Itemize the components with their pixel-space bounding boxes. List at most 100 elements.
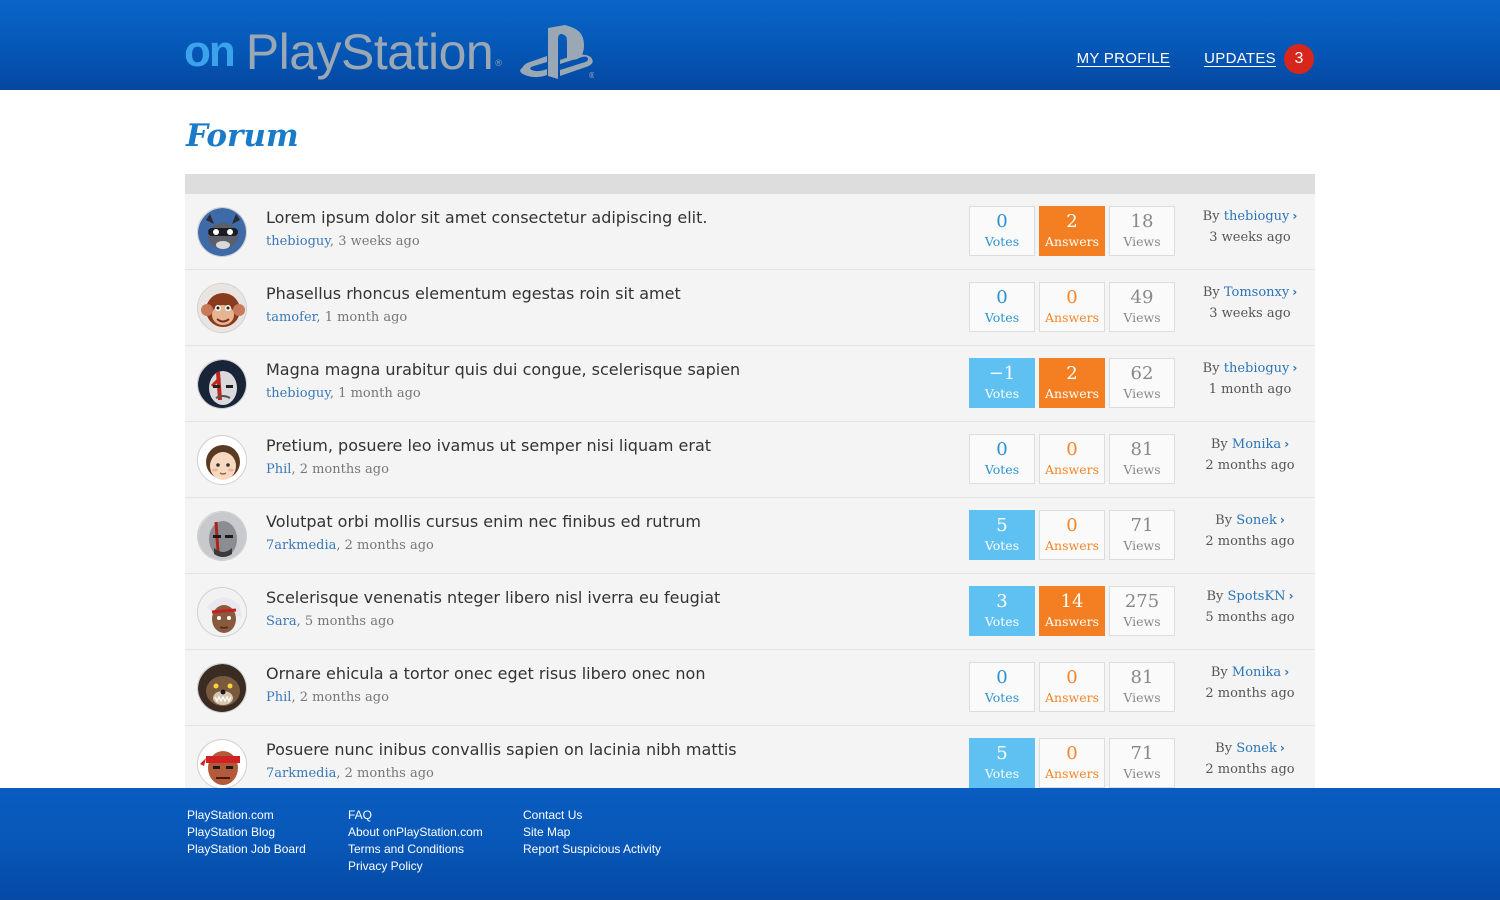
footer-link-sitemap[interactable]: Site Map [523,824,661,841]
topic-title-link[interactable]: Posuere nunc inibus convallis sapien on … [266,740,737,759]
answers-count: 0 [1066,667,1078,688]
last-post-user-link[interactable]: Sonek [1236,741,1277,756]
last-post-info: By SpotsKN › 5 months ago [1185,589,1315,625]
spartan-avatar[interactable] [197,511,247,561]
topic-title-link[interactable]: Ornare ehicula a tortor onec eget risus … [266,664,705,683]
header-nav: MY PROFILE UPDATES 3 [1043,44,1314,74]
last-post-info: By thebioguy › 1 month ago [1185,361,1315,397]
last-post-user-link[interactable]: Tomsonxy [1224,285,1289,300]
views-count-box: 81 Views [1109,662,1175,712]
answers-count-box: 2 Answers [1039,206,1105,256]
last-post-user-link[interactable]: Sonek [1236,513,1277,528]
last-post-time: 1 month ago [1208,382,1292,397]
views-label: Views [1123,538,1161,553]
beast-avatar[interactable] [197,663,247,713]
views-count: 71 [1130,515,1154,536]
footer-link-playstation-blog[interactable]: PlayStation Blog [187,824,306,841]
topic-title-link[interactable]: Scelerisque venenatis nteger libero nisl… [266,588,720,607]
topic-title-link[interactable]: Magna magna urabitur quis dui congue, sc… [266,360,740,379]
answers-count-box: 0 Answers [1039,434,1105,484]
votes-count: 5 [996,515,1008,536]
views-count: 81 [1130,439,1154,460]
girl-avatar[interactable] [197,435,247,485]
footer-link-terms[interactable]: Terms and Conditions [348,841,483,858]
views-label: Views [1123,614,1161,629]
topic-row[interactable]: Ornare ehicula a tortor onec eget risus … [185,650,1315,726]
topic-author-link[interactable]: thebioguy [266,234,330,249]
footer-link-contact[interactable]: Contact Us [523,807,661,824]
last-post-info: By thebioguy › 3 weeks ago [1185,209,1315,245]
footer-link-about[interactable]: About onPlayStation.com [348,824,483,841]
answers-count: 0 [1066,287,1078,308]
footer-link-job-board[interactable]: PlayStation Job Board [187,841,306,858]
last-post-info: By Sonek › 2 months ago [1185,513,1315,549]
chevron-right-icon[interactable]: › [1289,589,1294,603]
topic-author-link[interactable]: Phil [266,690,291,705]
chevron-right-icon[interactable]: › [1284,437,1289,451]
footer-link-privacy[interactable]: Privacy Policy [348,858,483,875]
topic-author-link[interactable]: 7arkmedia [266,538,336,553]
topic-row[interactable]: Pretium, posuere leo ivamus ut semper ni… [185,422,1315,498]
chevron-right-icon[interactable]: › [1284,665,1289,679]
topic-row[interactable]: Magna magna urabitur quis dui congue, sc… [185,346,1315,422]
topic-author-link[interactable]: Sara [266,614,297,629]
answers-count: 0 [1066,515,1078,536]
votes-count: 0 [996,439,1008,460]
site-logo[interactable]: on PlayStation ® [184,22,502,82]
votes-label: Votes [984,690,1020,705]
by-label: By [1202,361,1220,376]
headband-avatar[interactable] [197,739,247,788]
topic-row[interactable]: Phasellus rhoncus elementum egestas roin… [185,270,1315,346]
votes-label: Votes [984,234,1020,249]
topic-author-link[interactable]: thebioguy [266,386,330,401]
by-label: By [1215,741,1233,756]
my-profile-link[interactable]: MY PROFILE [1077,44,1171,74]
topic-title-link[interactable]: Phasellus rhoncus elementum egestas roin… [266,284,681,303]
topic-row[interactable]: Posuere nunc inibus convallis sapien on … [185,726,1315,788]
monkey-avatar[interactable] [197,283,247,333]
answers-count: 0 [1066,743,1078,764]
footer-link-playstation-com[interactable]: PlayStation.com [187,807,306,824]
topic-author-link[interactable]: tamofer [266,310,316,325]
topic-author-link[interactable]: 7arkmedia [266,766,336,781]
chevron-right-icon[interactable]: › [1292,209,1297,223]
fighter-avatar[interactable] [197,587,247,637]
raccoon-avatar[interactable] [197,207,247,257]
chevron-right-icon[interactable]: › [1292,285,1297,299]
chevron-right-icon[interactable]: › [1280,513,1285,527]
votes-count: 0 [996,667,1008,688]
answers-count: 0 [1066,439,1078,460]
topic-author-link[interactable]: Phil [266,462,291,477]
answers-count: 2 [1066,363,1078,384]
votes-count-box: 0 Votes [969,434,1035,484]
views-count: 275 [1124,591,1160,612]
updates-count-badge[interactable]: 3 [1284,44,1314,74]
footer-link-faq[interactable]: FAQ [348,807,483,824]
votes-count-box: 0 Votes [969,282,1035,332]
last-post-user-link[interactable]: Monika [1232,665,1281,680]
chevron-right-icon[interactable]: › [1292,361,1297,375]
votes-label: Votes [984,538,1020,553]
answers-label: Answers [1045,614,1099,629]
topic-title-link[interactable]: Lorem ipsum dolor sit amet consectetur a… [266,208,707,227]
last-post-user-link[interactable]: SpotsKN [1228,589,1286,604]
last-post-user-link[interactable]: thebioguy [1224,361,1290,376]
topic-meta: thebioguy, 1 month ago [266,386,421,401]
warrior-avatar[interactable] [197,359,247,409]
topic-title-link[interactable]: Volutpat orbi mollis cursus enim nec fin… [266,512,701,531]
last-post-user-link[interactable]: thebioguy [1224,209,1290,224]
topic-row[interactable]: Lorem ipsum dolor sit amet consectetur a… [185,194,1315,270]
footer-column-2: FAQ About onPlayStation.com Terms and Co… [348,807,483,875]
votes-count-box: 5 Votes [969,510,1035,560]
updates-link[interactable]: UPDATES [1204,44,1276,74]
topic-row[interactable]: Scelerisque venenatis nteger libero nisl… [185,574,1315,650]
answers-count: 14 [1060,591,1084,612]
topic-time: 5 months ago [304,614,395,629]
topic-time: 2 months ago [344,538,434,553]
topic-row[interactable]: Volutpat orbi mollis cursus enim nec fin… [185,498,1315,574]
footer-link-report[interactable]: Report Suspicious Activity [523,841,661,858]
votes-label: Votes [984,614,1020,629]
chevron-right-icon[interactable]: › [1280,741,1285,755]
last-post-user-link[interactable]: Monika [1232,437,1281,452]
topic-title-link[interactable]: Pretium, posuere leo ivamus ut semper ni… [266,436,711,455]
